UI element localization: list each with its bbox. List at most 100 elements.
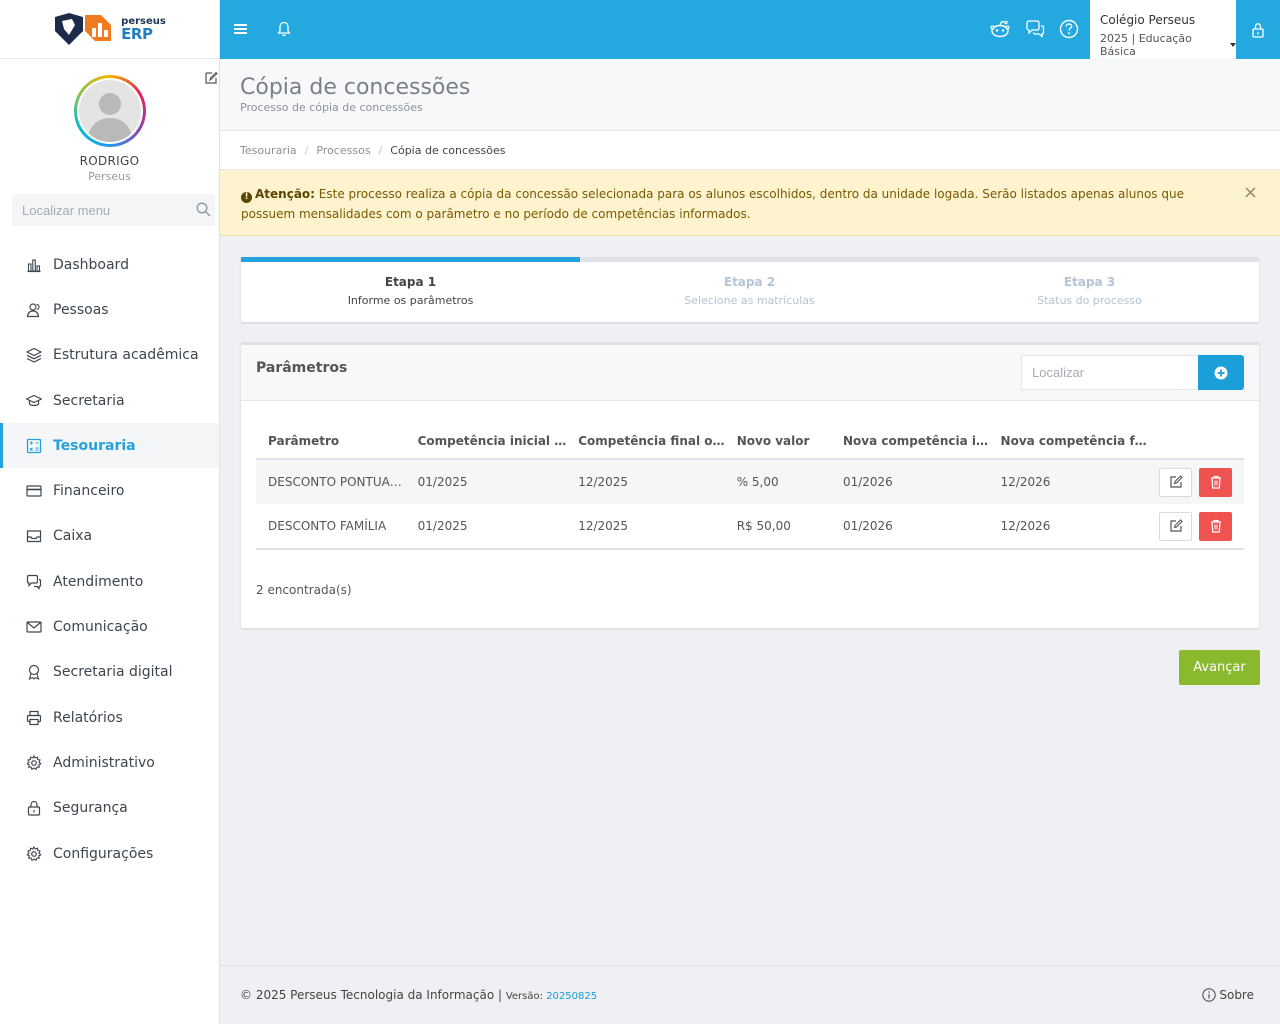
logo-area: perseus ERP (0, 0, 219, 59)
step-3[interactable]: Etapa 3 Status do processo (920, 275, 1259, 307)
edit-button[interactable] (1159, 467, 1192, 497)
parameters-search-input[interactable] (1022, 356, 1198, 389)
about-link[interactable]: Sobre (1202, 988, 1254, 1002)
sidebar-item-tesouraria[interactable]: Tesouraria (0, 423, 219, 469)
sidebar: perseus ERP RODRIGO Perseus Localizar me… (0, 0, 220, 1024)
card-title: Parâmetros (256, 360, 348, 376)
breadcrumb-item[interactable]: Tesouraria (240, 144, 297, 169)
wizard-steps: Etapa 1 Informe os parâmetros Etapa 2 Se… (241, 257, 1259, 322)
table-cell: 01/2026 (830, 459, 989, 504)
sidebar-item-administrativo[interactable]: Administrativo (0, 740, 219, 785)
copyright: © 2025 Perseus Tecnologia da Informação … (240, 988, 506, 1002)
close-icon[interactable]: × (1243, 184, 1258, 202)
column-header[interactable]: Nova competência f… (988, 423, 1147, 460)
edit-button[interactable] (1159, 511, 1192, 541)
column-header[interactable]: Novo valor (724, 423, 831, 460)
column-header[interactable]: Competência final o… (566, 423, 725, 460)
trash-icon (1210, 475, 1221, 489)
menu-search (12, 194, 215, 226)
version-label: Versão: (505, 991, 547, 1002)
menu-search-input[interactable] (12, 194, 215, 226)
chat-icon (26, 574, 42, 590)
sidebar-item-pessoas[interactable]: Pessoas (0, 287, 219, 332)
step-title: Etapa 3 (1063, 275, 1116, 289)
hamburger-menu-icon[interactable] (230, 18, 252, 40)
breadcrumb-separator: / (378, 144, 383, 157)
sidebar-item-atendimento[interactable]: Atendimento (0, 559, 219, 604)
table-cell: DESCONTO PONTUA… (256, 459, 406, 504)
chart-icon (26, 257, 42, 273)
chat-icon[interactable] (1024, 18, 1046, 40)
sidebar-item-label: Dashboard (53, 256, 129, 273)
breadcrumb-item[interactable]: Processos (316, 144, 370, 169)
sidebar-item-label: Segurança (53, 800, 128, 817)
table-header-row: Parâmetro Competência inicial … Competên… (256, 423, 1244, 460)
school-selector[interactable]: Colégio Perseus 2025 | Educação Básica (1090, 0, 1236, 59)
table-row: DESCONTO FAMÍLIA 01/2025 12/2025 R$ 50,00 01… (256, 504, 1244, 550)
next-button[interactable]: Avançar (1179, 650, 1260, 685)
edit-icon (1169, 475, 1183, 488)
reddit-icon[interactable] (989, 18, 1011, 40)
step-title: Etapa 1 (384, 275, 437, 289)
column-header[interactable]: Competência inicial … (405, 423, 567, 460)
sidebar-item-seguranca[interactable]: Segurança (0, 786, 219, 831)
sidebar-item-label: Tesouraria (53, 437, 136, 454)
sidebar-item-dashboard[interactable]: Dashboard (0, 242, 219, 287)
delete-button[interactable] (1199, 511, 1232, 541)
step-1[interactable]: Etapa 1 Informe os parâmetros (241, 275, 580, 307)
sidebar-item-label: Pessoas (53, 301, 109, 318)
column-header[interactable]: Nova competência i… (830, 423, 989, 460)
search-icon[interactable] (196, 202, 211, 221)
sidebar-item-secretaria[interactable]: Secretaria (0, 378, 219, 423)
perseus-logo[interactable]: perseus ERP (53, 11, 166, 47)
bell-icon[interactable] (273, 18, 295, 40)
lock-screen-icon[interactable] (1236, 0, 1280, 59)
help-icon[interactable] (1058, 18, 1080, 40)
award-icon (26, 664, 42, 681)
sidebar-item-secretaria-digital[interactable]: Secretaria digital (0, 650, 219, 695)
step-subtitle: Status do processo (1037, 294, 1142, 307)
envelope-icon (26, 619, 42, 635)
actions-header (1146, 423, 1244, 460)
step-2[interactable]: Etapa 2 Selecione as matrículas (580, 275, 919, 307)
sidebar-item-estrutura-academica[interactable]: Estrutura acadêmica (0, 333, 219, 378)
about-label: Sobre (1219, 988, 1254, 1002)
user-org: Perseus (88, 170, 131, 183)
sidebar-item-caixa[interactable]: Caixa (0, 514, 219, 559)
step-subtitle: Informe os parâmetros (347, 294, 474, 307)
parameters-table: Parâmetro Competência inicial … Competên… (256, 423, 1244, 550)
sidebar-item-label: Secretaria (53, 392, 125, 409)
sidebar-item-label: Comunicação (53, 619, 148, 636)
row-actions (1146, 459, 1244, 504)
steps-progress-bar (241, 257, 1259, 262)
delete-button[interactable] (1199, 467, 1232, 497)
table-cell: DESCONTO FAMÍLIA (256, 504, 406, 550)
sidebar-item-relatorios[interactable]: Relatórios (0, 695, 219, 740)
layers-icon (26, 347, 42, 363)
plus-circle-icon (1214, 366, 1228, 379)
avatar[interactable] (73, 75, 146, 147)
results-count: 2 encontrada(s) (256, 583, 352, 597)
sidebar-item-label: Secretaria digital (53, 664, 173, 681)
alert-text: Este processo realiza a cópia da concess… (241, 187, 1184, 221)
gear-icon (26, 754, 42, 771)
sidebar-item-financeiro[interactable]: Financeiro (0, 468, 219, 513)
column-header[interactable]: Parâmetro (256, 423, 406, 460)
version-link[interactable]: 20250825 (546, 991, 597, 1002)
add-parameter-button[interactable] (1198, 355, 1244, 390)
lock-icon (26, 800, 42, 816)
parameters-card: Parâmetros Parâmetro Competência inicial… (241, 342, 1259, 628)
sidebar-item-comunicacao[interactable]: Comunicação (0, 604, 219, 649)
card-header: Parâmetros (241, 345, 1259, 401)
row-actions (1146, 504, 1244, 550)
trash-icon (1210, 519, 1221, 533)
user-silhouette-icon (86, 93, 133, 142)
school-period: 2025 | Educação Básica (1100, 32, 1192, 58)
sidebar-item-label: Financeiro (53, 483, 125, 500)
breadcrumb-current: Cópia de concessões (390, 144, 506, 157)
topbar: Colégio Perseus 2025 | Educação Básica (220, 0, 1280, 59)
sidebar-item-configuracoes[interactable]: Configurações (0, 831, 219, 876)
breadcrumb-separator: / (304, 144, 309, 157)
edit-profile-icon[interactable] (203, 71, 219, 87)
table-cell: R$ 50,00 (724, 504, 831, 550)
